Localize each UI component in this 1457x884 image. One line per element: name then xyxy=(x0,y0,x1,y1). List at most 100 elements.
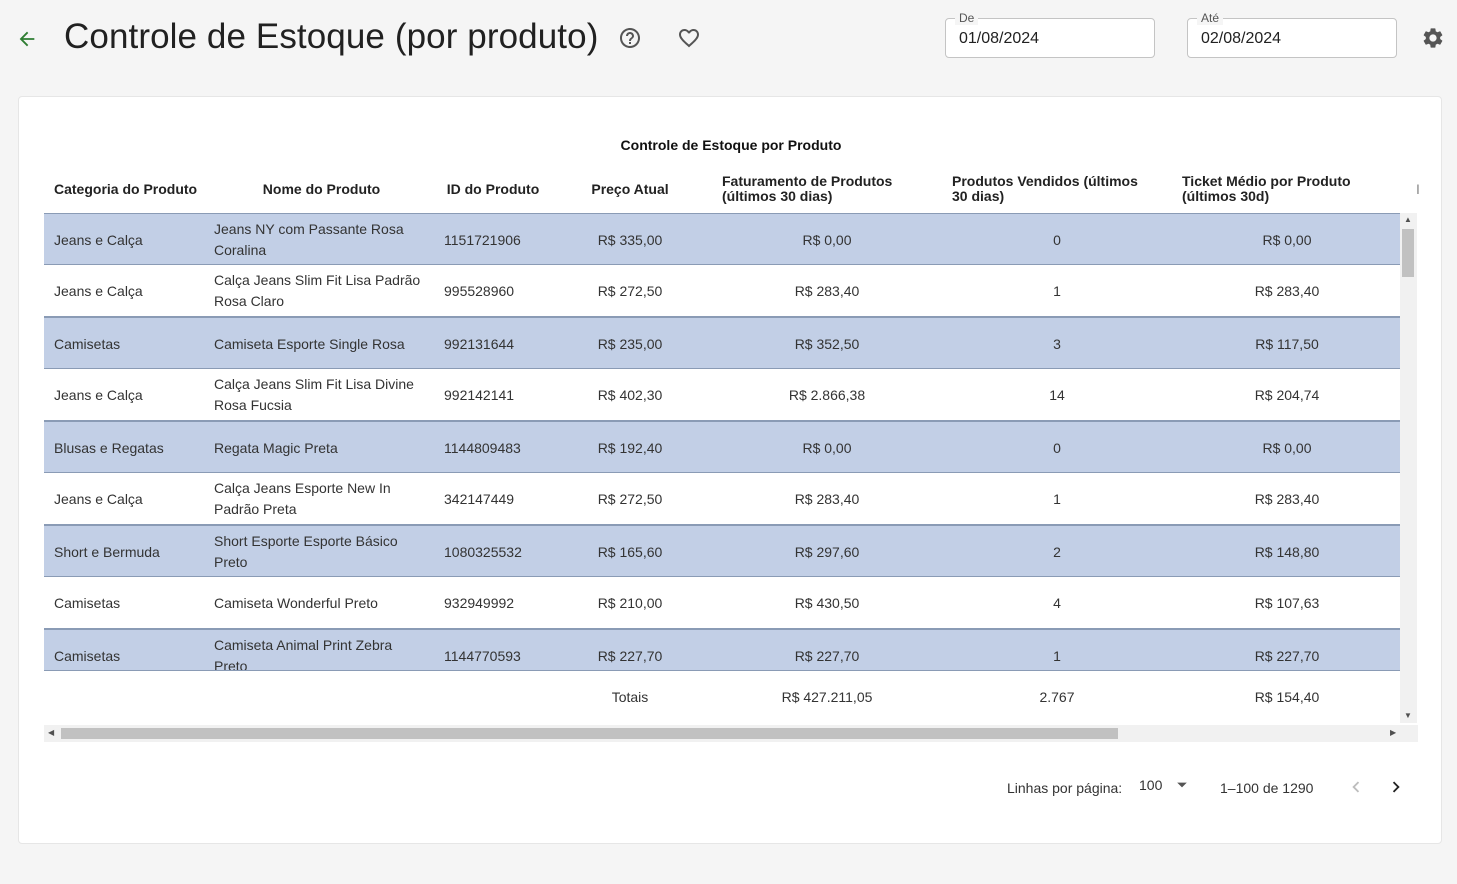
rows-per-page-select[interactable]: 100 xyxy=(1139,777,1188,793)
column-header[interactable]: Preço Atual xyxy=(563,165,697,213)
price-cell: R$ 402,30 xyxy=(597,386,663,403)
price-cell: R$ 272,50 xyxy=(597,490,663,507)
category-cell: Short e Bermuda xyxy=(54,543,160,560)
product-id-cell: 1080325532 xyxy=(444,543,522,560)
chevron-left-icon xyxy=(1352,781,1360,793)
heart-outline-icon xyxy=(679,29,699,48)
sold-cell: 1 xyxy=(1053,647,1061,664)
table-row[interactable]: Blusas e Regatas Regata Magic Preta 114480… xyxy=(44,421,1400,473)
price-cell: R$ 235,00 xyxy=(597,335,663,352)
totals-revenue: R$ 427.211,05 xyxy=(781,688,873,705)
ticket-cell: R$ 0,00 xyxy=(1262,439,1312,456)
product-id-cell: 1144809483 xyxy=(444,439,521,456)
product-id-cell: 342147449 xyxy=(444,490,515,507)
data-table: Categoria do Produto Nome do Produto ID … xyxy=(44,165,1420,723)
table-row[interactable]: Jeans e Calça Calça Jeans Slim Fit Lisa D… xyxy=(44,369,1400,421)
table-row[interactable]: Jeans e Calça Calça Jeans Esporte New In … xyxy=(44,473,1400,525)
product-name-cell: Camiseta Animal Print Zebra Preto xyxy=(214,637,393,671)
column-header[interactable]: Categoria do Produto xyxy=(54,165,214,213)
help-circle-icon xyxy=(620,28,640,48)
category-cell: Camisetas xyxy=(54,335,121,352)
revenue-cell: R$ 2.866,38 xyxy=(788,386,866,403)
category-cell: Camisetas xyxy=(54,594,121,611)
price-cell: R$ 192,40 xyxy=(597,439,663,456)
date-to-field[interactable]: Até 02/08/2024 xyxy=(1187,11,1397,58)
table-row[interactable]: Camisetas Camiseta Wonderful Preto 9329499… xyxy=(44,577,1400,629)
column-header[interactable]: Faturamento de Produtos (últimos 30 dias… xyxy=(722,165,922,213)
scroll-down-arrow-icon[interactable]: ▼ xyxy=(1404,712,1412,720)
back-button[interactable] xyxy=(12,24,42,54)
sold-cell: 0 xyxy=(1053,439,1061,456)
table-header: Categoria do Produto Nome do Produto ID … xyxy=(44,165,1420,213)
table-row[interactable]: Camisetas Camiseta Esporte Single Rosa 992… xyxy=(44,317,1400,369)
price-cell: R$ 227,70 xyxy=(597,647,663,664)
product-name-cell: Camiseta Wonderful Preto xyxy=(214,594,378,611)
revenue-cell: R$ 0,00 xyxy=(802,231,852,248)
column-header[interactable]: Produtos Vendidos (últimos 30 dias) xyxy=(952,165,1157,213)
scroll-up-arrow-icon[interactable]: ▲ xyxy=(1404,216,1412,224)
arrow-left-icon xyxy=(19,31,35,47)
product-name-cell: Calça Jeans Slim Fit Lisa Padrão Rosa Cl… xyxy=(214,272,421,309)
previous-page-button[interactable] xyxy=(1343,774,1369,800)
product-name-cell: Calça Jeans Esporte New In Padrão Preta xyxy=(214,480,391,517)
revenue-cell: R$ 430,50 xyxy=(794,594,860,611)
column-header[interactable]: ID do Produto xyxy=(429,165,557,213)
date-from-field[interactable]: De 01/08/2024 xyxy=(945,11,1155,58)
table-row[interactable]: Jeans e Calça Jeans NY com Passante Rosa … xyxy=(44,213,1400,265)
category-cell: Jeans e Calça xyxy=(54,490,143,507)
horizontal-scroll-thumb[interactable] xyxy=(61,728,1118,739)
price-cell: R$ 210,00 xyxy=(597,594,663,611)
totals-sold: 2.767 xyxy=(1039,688,1075,705)
table-body: Jeans e Calça Jeans NY com Passante Rosa … xyxy=(44,213,1400,671)
date-to-value: 02/08/2024 xyxy=(1201,30,1282,47)
product-id-cell: 992142141 xyxy=(444,386,515,403)
sold-cell: 14 xyxy=(1049,386,1065,403)
revenue-cell: R$ 283,40 xyxy=(794,282,860,299)
ticket-cell: R$ 107,63 xyxy=(1254,594,1320,611)
table-row[interactable]: Jeans e Calça Calça Jeans Slim Fit Lisa P… xyxy=(44,265,1400,317)
ticket-cell: R$ 148,80 xyxy=(1254,543,1320,560)
report-card: Controle de Estoque por Produto Categori… xyxy=(18,96,1442,844)
column-header[interactable]: Ticket Médio por Produto (últimos 30d) xyxy=(1182,165,1372,213)
totals-ticket: R$ 154,40 xyxy=(1254,688,1320,705)
sold-cell: 0 xyxy=(1053,231,1061,248)
chevron-right-icon xyxy=(1392,781,1400,793)
pagination-range: 1–100 de 1290 xyxy=(1220,780,1314,796)
settings-button[interactable] xyxy=(1420,25,1446,51)
horizontal-scrollbar[interactable]: ◀ ▶ xyxy=(44,725,1418,742)
table-title: Controle de Estoque por Produto xyxy=(620,137,842,153)
category-cell: Jeans e Calça xyxy=(54,386,143,403)
vertical-scroll-thumb[interactable] xyxy=(1402,229,1414,277)
table-row[interactable]: Camisetas Camiseta Animal Print Zebra Pre… xyxy=(44,629,1400,671)
sold-cell: 1 xyxy=(1053,282,1061,299)
scroll-right-arrow-icon[interactable]: ▶ xyxy=(1390,729,1396,737)
product-name-cell: Regata Magic Preta xyxy=(214,439,338,456)
table-row[interactable]: Short e Bermuda Short Esporte Esporte Bás… xyxy=(44,525,1400,577)
column-header[interactable]: Nome do Produto xyxy=(214,165,429,213)
product-name-cell: Short Esporte Esporte Básico Preto xyxy=(214,533,398,570)
column-header[interactable]: I xyxy=(1416,165,1426,213)
product-id-cell: 932949992 xyxy=(444,594,515,611)
date-from-label: De xyxy=(955,11,979,25)
product-name-cell: Camiseta Esporte Single Rosa xyxy=(214,335,405,352)
sold-cell: 1 xyxy=(1053,490,1061,507)
revenue-cell: R$ 297,60 xyxy=(794,543,860,560)
totals-row: Totais R$ 427.211,05 2.767 R$ 154,40 xyxy=(44,671,1400,723)
price-cell: R$ 272,50 xyxy=(597,282,663,299)
category-cell: Jeans e Calça xyxy=(54,231,143,248)
help-button[interactable] xyxy=(617,25,643,51)
ticket-cell: R$ 204,74 xyxy=(1254,386,1320,403)
category-cell: Camisetas xyxy=(54,647,121,664)
next-page-button[interactable] xyxy=(1383,774,1409,800)
favorite-button[interactable] xyxy=(676,25,702,51)
date-to-label: Até xyxy=(1197,11,1224,25)
category-cell: Jeans e Calça xyxy=(54,282,143,299)
scroll-left-arrow-icon[interactable]: ◀ xyxy=(48,729,54,737)
category-cell: Blusas e Regatas xyxy=(54,439,164,456)
page-title: Controle de Estoque (por produto) xyxy=(64,17,599,56)
vertical-scrollbar[interactable]: ▲ ▼ xyxy=(1400,213,1417,723)
product-id-cell: 1151721906 xyxy=(444,231,521,248)
revenue-cell: R$ 0,00 xyxy=(802,439,852,456)
totals-label: Totais xyxy=(611,688,649,705)
revenue-cell: R$ 352,50 xyxy=(794,335,860,352)
